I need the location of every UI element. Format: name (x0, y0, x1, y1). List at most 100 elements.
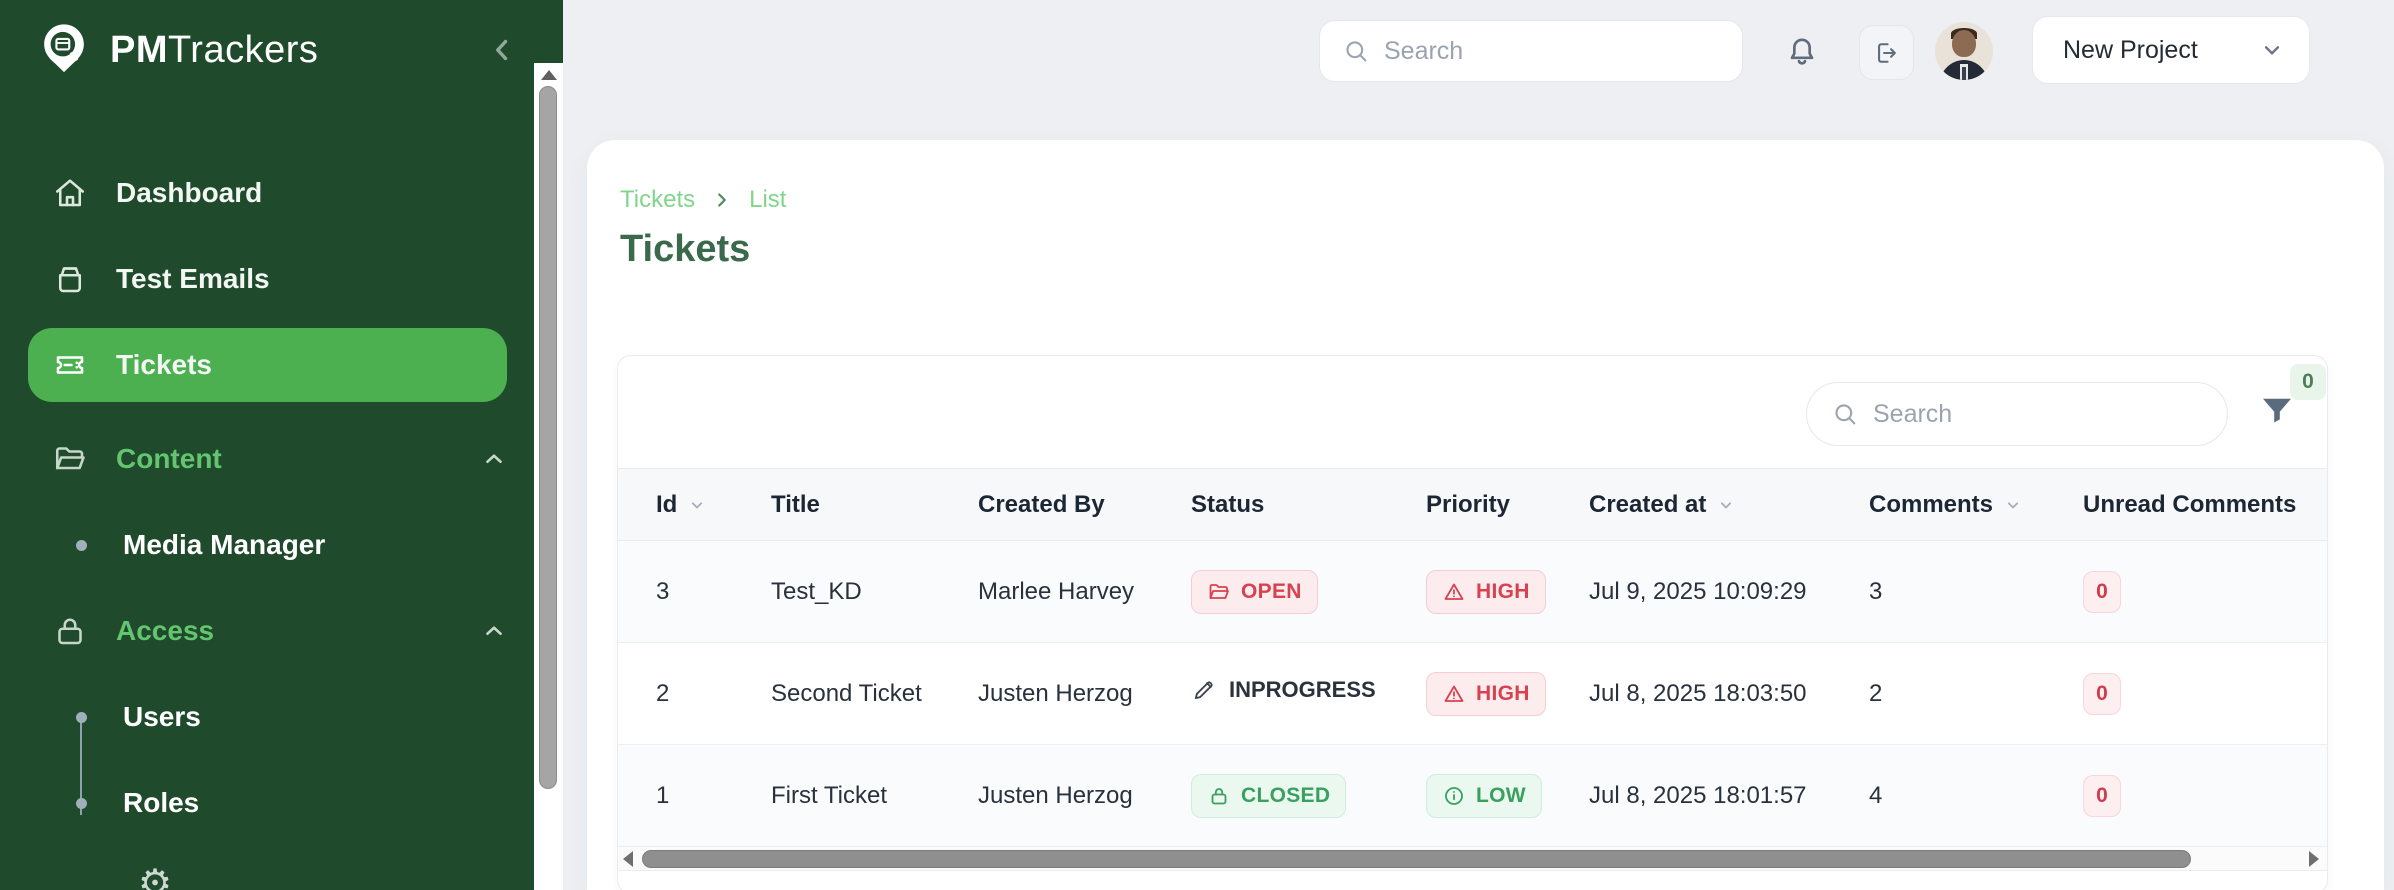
sidebar-scrollbar-thumb[interactable] (539, 86, 557, 789)
cell-comments: 2 (1869, 679, 1883, 707)
column-header-created-at[interactable]: Created at (1589, 491, 1869, 519)
cell-created-at: Jul 9, 2025 10:09:29 (1589, 577, 1807, 605)
breadcrumb-list[interactable]: List (749, 186, 786, 214)
chevron-left-icon (496, 39, 508, 61)
main-area: New Project Tickets List Tickets (563, 0, 2394, 890)
warning-triangle-icon (1444, 583, 1464, 600)
status-inprogress: INPROGRESS (1191, 677, 1376, 703)
brand-name: PMTrackers (110, 28, 319, 71)
sidebar-item-roles[interactable]: Roles (0, 766, 563, 840)
mailbox-icon (58, 267, 82, 293)
cell-id: 2 (656, 679, 670, 707)
cell-unread-comments: 0 (2083, 672, 2327, 715)
chevron-right-icon (711, 189, 733, 211)
cell-created-at: Jul 8, 2025 18:03:50 (1589, 679, 1807, 707)
column-header-unread-comments: Unread Comments (2083, 490, 2297, 518)
status-badge-closed: CLOSED (1191, 773, 1347, 818)
cell-priority: HIGH (1426, 671, 1589, 716)
sidebar-item-tickets[interactable]: Tickets (28, 328, 507, 402)
sidebar-item-test-emails[interactable]: Test Emails (28, 242, 507, 316)
brand: PMTrackers (0, 0, 563, 100)
chevron-up-icon (481, 618, 507, 644)
column-header-created-by: Created By (978, 490, 1105, 518)
cell-id: 1 (656, 781, 670, 809)
lock-icon (1211, 787, 1227, 804)
cell-priority: LOW (1426, 773, 1589, 818)
cell-status: OPEN (1191, 569, 1426, 614)
breadcrumb-tickets[interactable]: Tickets (620, 186, 695, 214)
folder-icon (55, 447, 85, 470)
cell-comments: 4 (1869, 781, 1883, 809)
cell-created-by: Marlee Harvey (978, 577, 1135, 605)
brand-logo-icon (44, 24, 84, 73)
cell-priority: HIGH (1426, 569, 1589, 614)
sidebar-item-dashboard[interactable]: Dashboard (28, 156, 507, 230)
table-row[interactable]: 3 Test_KD Marlee Harvey OPEN HIGH Jul 9,… (618, 541, 2327, 643)
tickets-table-card: 0 Id Title Created By Status Priority Cr… (617, 355, 2328, 890)
notifications-button[interactable] (1778, 28, 1826, 76)
table-header-row: Id Title Created By Status Priority Crea… (618, 468, 2327, 541)
unread-count-badge: 0 (2083, 570, 2121, 613)
sidebar-section-label: Content (116, 443, 222, 474)
ticket-icon (56, 356, 84, 374)
sidebar-nav: Dashboard Test Emails Tickets Content Me… (0, 156, 563, 840)
global-search[interactable] (1319, 20, 1743, 82)
cell-created-by: Justen Herzog (978, 781, 1133, 809)
home-icon (55, 179, 85, 207)
priority-badge-high: HIGH (1426, 569, 1546, 614)
sidebar-item-label: Users (123, 701, 201, 732)
access-subgroup: Users Roles (0, 680, 563, 840)
column-header-status: Status (1191, 490, 1265, 518)
sidebar-section-access[interactable]: Access (0, 594, 563, 668)
sidebar-section-content[interactable]: Content (0, 422, 563, 496)
pencil-icon (1194, 681, 1213, 700)
scroll-up-arrow[interactable] (540, 70, 557, 80)
breadcrumb: Tickets List (620, 186, 786, 214)
user-avatar[interactable] (1935, 22, 1993, 80)
topbar: New Project (563, 0, 2394, 140)
info-circle-icon (1445, 786, 1463, 805)
sidebar-item-label: Tickets (116, 349, 212, 380)
unread-count-badge: 0 (2083, 672, 2121, 715)
scroll-right-arrow[interactable] (2309, 851, 2319, 867)
table-search-input[interactable] (1873, 399, 2203, 429)
table-row[interactable]: 2 Second Ticket Justen Herzog INPROGRESS… (618, 643, 2327, 745)
sidebar-item-label: Test Emails (116, 263, 270, 294)
chevron-up-icon (481, 446, 507, 472)
sidebar-item-media-manager[interactable]: Media Manager (0, 508, 563, 582)
filter-count-badge: 0 (2290, 364, 2326, 400)
sidebar-collapse-button[interactable] (485, 33, 519, 67)
table-search[interactable] (1806, 382, 2228, 446)
sidebar-section-label: Access (116, 615, 215, 646)
table-row[interactable]: 1 First Ticket Justen Herzog CLOSED LOW (618, 745, 2327, 847)
table-toolbar: 0 (618, 356, 2327, 468)
project-selector-label: New Project (2063, 35, 2198, 64)
cell-title: First Ticket (771, 781, 888, 809)
cell-created-by: Justen Herzog (978, 679, 1133, 707)
sort-chevron-icon (1716, 495, 1736, 515)
project-selector[interactable]: New Project (2032, 16, 2310, 84)
cell-comments: 3 (1869, 577, 1883, 605)
global-search-input[interactable] (1384, 36, 1720, 66)
horizontal-scrollbar[interactable] (618, 847, 2327, 871)
sort-chevron-icon (2003, 495, 2023, 515)
sidebar: PMTrackers Dashboard Test Emails Tickets… (0, 0, 563, 890)
chevron-down-icon (2259, 37, 2285, 63)
scroll-left-arrow[interactable] (623, 851, 633, 867)
column-header-title: Title (771, 490, 820, 518)
cell-unread-comments: 0 (2083, 570, 2327, 613)
folder-open-icon (1209, 583, 1229, 599)
sidebar-item-users[interactable]: Users (0, 680, 563, 754)
sidebar-scrollbar[interactable] (534, 63, 563, 890)
cell-unread-comments: 0 (2083, 774, 2327, 817)
sort-chevron-icon (687, 495, 707, 515)
column-header-comments[interactable]: Comments (1869, 491, 2083, 519)
column-header-id[interactable]: Id (618, 491, 771, 519)
gear-icon: ⚙ (138, 863, 173, 890)
warning-triangle-icon (1444, 685, 1464, 702)
logout-button[interactable] (1859, 25, 1914, 80)
sidebar-item-label: Media Manager (123, 529, 326, 560)
lock-icon (58, 618, 82, 645)
horizontal-scrollbar-thumb[interactable] (642, 850, 2191, 868)
unread-count-badge: 0 (2083, 774, 2121, 817)
